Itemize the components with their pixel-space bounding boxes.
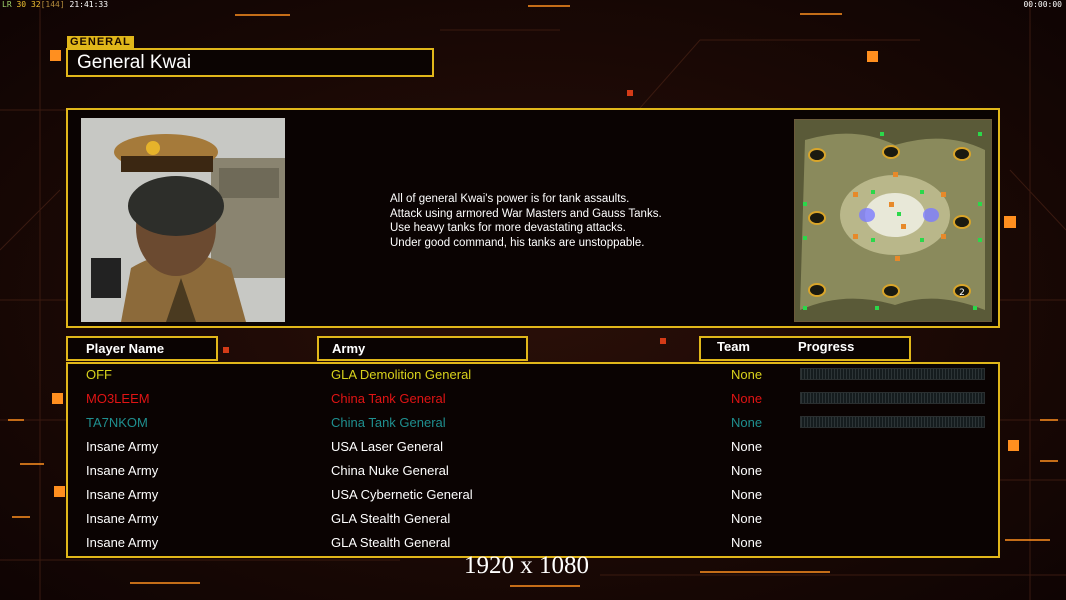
progress-bar [800, 416, 985, 428]
resolution-caption: 1920 x 1080 [464, 552, 589, 579]
general-description: All of general Kwai's power is for tank … [390, 192, 662, 250]
description-line: Attack using armored War Masters and Gau… [390, 207, 662, 220]
description-line: Under good command, his tanks are unstop… [390, 236, 645, 249]
player-team: None [731, 415, 763, 430]
player-army: China Nuke General [331, 463, 449, 478]
player-name: Insane Army [86, 463, 159, 478]
player-team: None [731, 391, 763, 406]
player-table: OFF GLA Demolition General None MO3LEEM Chin… [66, 362, 1000, 558]
player-team: None [731, 487, 763, 502]
player-army: China Tank General [331, 415, 446, 430]
player-name: MO3LEEM [86, 391, 150, 406]
game-timer: 00:00:00 [1023, 0, 1062, 9]
player-team: None [731, 535, 763, 550]
player-row[interactable]: Insane Army USA Cybernetic General None [68, 484, 998, 508]
description-line: Use heavy tanks for more devastating att… [390, 222, 626, 234]
player-name: Insane Army [86, 439, 159, 454]
player-name: OFF [86, 367, 112, 382]
player-army: USA Laser General [331, 439, 444, 454]
column-header-progress: Progress [798, 339, 855, 354]
player-army: GLA Stealth General [331, 511, 451, 526]
map-preview: 2 [794, 119, 992, 322]
player-army: GLA Stealth General [331, 535, 451, 550]
general-info-panel: All of general Kwai's power is for tank … [66, 108, 1000, 328]
player-team: None [731, 511, 763, 526]
player-army: China Tank General [331, 391, 446, 406]
column-header-team: Team [717, 339, 750, 354]
player-army: USA Cybernetic General [331, 487, 473, 502]
player-team: None [731, 439, 763, 454]
fps-readout: LR 30 32[144] 21:41:33 [2, 0, 109, 9]
player-name: Insane Army [86, 535, 159, 550]
progress-bar [800, 392, 985, 404]
player-army: GLA Demolition General [331, 367, 472, 382]
player-name: Insane Army [86, 487, 159, 502]
player-row[interactable]: Insane Army GLA Stealth General None [68, 508, 998, 532]
start-position-label: 2 [959, 288, 965, 298]
player-team: None [731, 367, 763, 382]
player-row[interactable]: OFF GLA Demolition General None [68, 364, 998, 388]
player-team: None [731, 463, 763, 478]
player-row[interactable]: Insane Army China Nuke General None [68, 460, 998, 484]
player-row[interactable]: TA7NKOM China Tank General None [68, 412, 998, 436]
player-row[interactable]: MO3LEEM China Tank General None [68, 388, 998, 412]
general-portrait [81, 118, 285, 322]
description-line: All of general Kwai's power is for tank … [390, 193, 630, 205]
progress-bar [800, 368, 985, 380]
player-name: TA7NKOM [86, 415, 148, 430]
column-header-player: Player Name [66, 336, 218, 361]
general-name: General Kwai [66, 48, 434, 77]
column-header-team-progress: Team Progress [699, 336, 911, 361]
player-name: Insane Army [86, 511, 159, 526]
general-tag: GENERAL [67, 36, 134, 48]
column-header-army: Army [317, 336, 528, 361]
player-row[interactable]: Insane Army USA Laser General None [68, 436, 998, 460]
